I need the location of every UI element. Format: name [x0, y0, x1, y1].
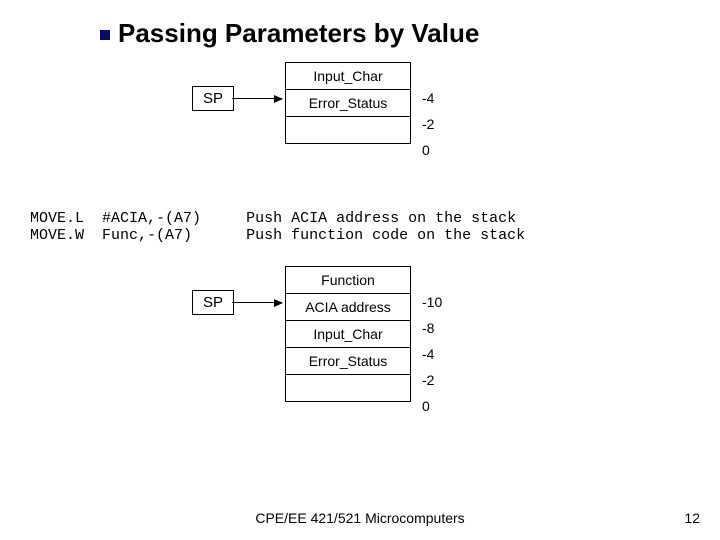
stack-row: ACIA address	[286, 293, 410, 320]
sp-label-1: SP	[192, 86, 234, 111]
stack-after: Function ACIA address Input_Char Error_S…	[285, 266, 411, 402]
footer-course: CPE/EE 421/521 Microcomputers	[255, 510, 464, 526]
title-text: Passing Parameters by Value	[118, 18, 479, 48]
stack-row: Input_Char	[286, 320, 410, 347]
stack-before: Input_Char Error_Status	[285, 62, 411, 144]
stack-row: Error_Status	[286, 89, 410, 116]
code-block: MOVE.L #ACIA,-(A7) Push ACIA address on …	[30, 210, 525, 244]
arrow-icon	[232, 302, 282, 303]
stack-row: Error_Status	[286, 347, 410, 374]
stack-row	[286, 374, 410, 402]
stack-after-offsets: -10 -8 -4 -2 0	[422, 289, 442, 419]
sp-label-2: SP	[192, 290, 234, 315]
page-title: Passing Parameters by Value	[100, 18, 479, 49]
stack-row: Input_Char	[286, 62, 410, 89]
page-number: 12	[684, 510, 700, 526]
arrow-icon	[232, 98, 282, 99]
title-bullet-icon	[100, 30, 110, 40]
stack-before-offsets: -4 -2 0	[422, 85, 434, 163]
stack-row: Function	[286, 266, 410, 293]
stack-row	[286, 116, 410, 144]
